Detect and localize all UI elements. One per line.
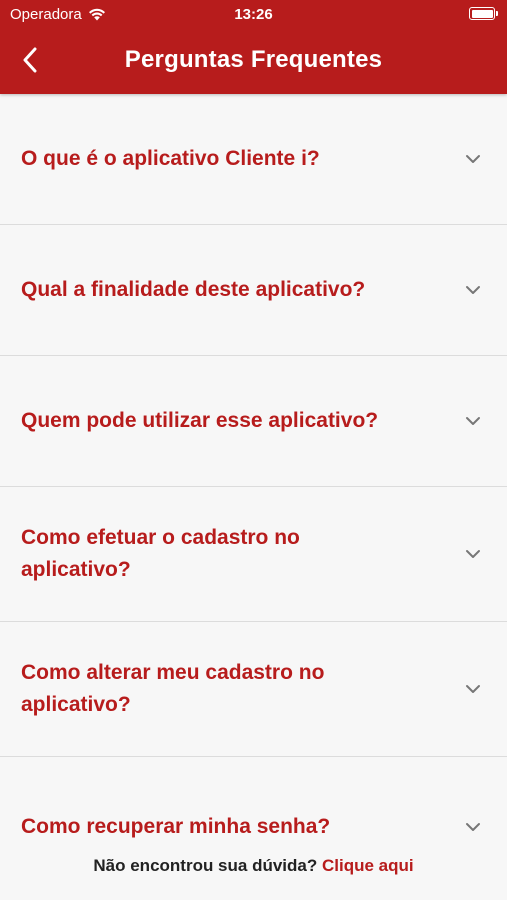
faq-question: Quem pode utilizar esse aplicativo? bbox=[21, 409, 379, 432]
status-time: 13:26 bbox=[234, 6, 273, 23]
chevron-down-icon bbox=[466, 685, 480, 693]
footer-text: Não encontrou sua dúvida? bbox=[93, 856, 318, 875]
contact-link[interactable]: Clique aqui bbox=[322, 856, 414, 875]
faq-item[interactable]: Como efetuar o cadastro no aplicativo? bbox=[0, 487, 507, 622]
faq-question: Como alterar meu cadastro no aplicativo? bbox=[21, 661, 325, 716]
faq-item[interactable]: Qual a finalidade deste aplicativo? bbox=[0, 225, 507, 356]
chevron-down-icon bbox=[466, 550, 480, 558]
footer-help: Não encontrou sua dúvida? Clique aqui bbox=[0, 856, 507, 876]
battery-icon bbox=[469, 7, 498, 20]
faq-item[interactable]: Como recuperar minha senha? bbox=[0, 757, 507, 867]
faq-item[interactable]: O que é o aplicativo Cliente i? bbox=[0, 94, 507, 225]
faq-item[interactable]: Como alterar meu cadastro no aplicativo? bbox=[0, 622, 507, 757]
status-bar: Operadora 13:26 bbox=[0, 0, 507, 28]
chevron-down-icon bbox=[466, 823, 480, 831]
faq-item[interactable]: Quem pode utilizar esse aplicativo? bbox=[0, 356, 507, 487]
faq-question: O que é o aplicativo Cliente i? bbox=[21, 147, 320, 170]
chevron-down-icon bbox=[466, 286, 480, 294]
faq-question: Como recuperar minha senha? bbox=[21, 815, 331, 838]
app-header: Operadora 13:26 Perguntas Frequentes bbox=[0, 0, 507, 94]
faq-list: O que é o aplicativo Cliente i? Qual a f… bbox=[0, 94, 507, 867]
chevron-down-icon bbox=[466, 417, 480, 425]
faq-screen: Operadora 13:26 Perguntas Frequentes O q… bbox=[0, 0, 507, 900]
chevron-down-icon bbox=[466, 155, 480, 163]
page-title: Perguntas Frequentes bbox=[124, 46, 383, 73]
battery-level bbox=[471, 9, 493, 18]
faq-question: Como efetuar o cadastro no aplicativo? bbox=[21, 526, 300, 581]
nav-bar: Perguntas Frequentes bbox=[0, 28, 507, 94]
faq-question: Qual a finalidade deste aplicativo? bbox=[21, 278, 366, 301]
